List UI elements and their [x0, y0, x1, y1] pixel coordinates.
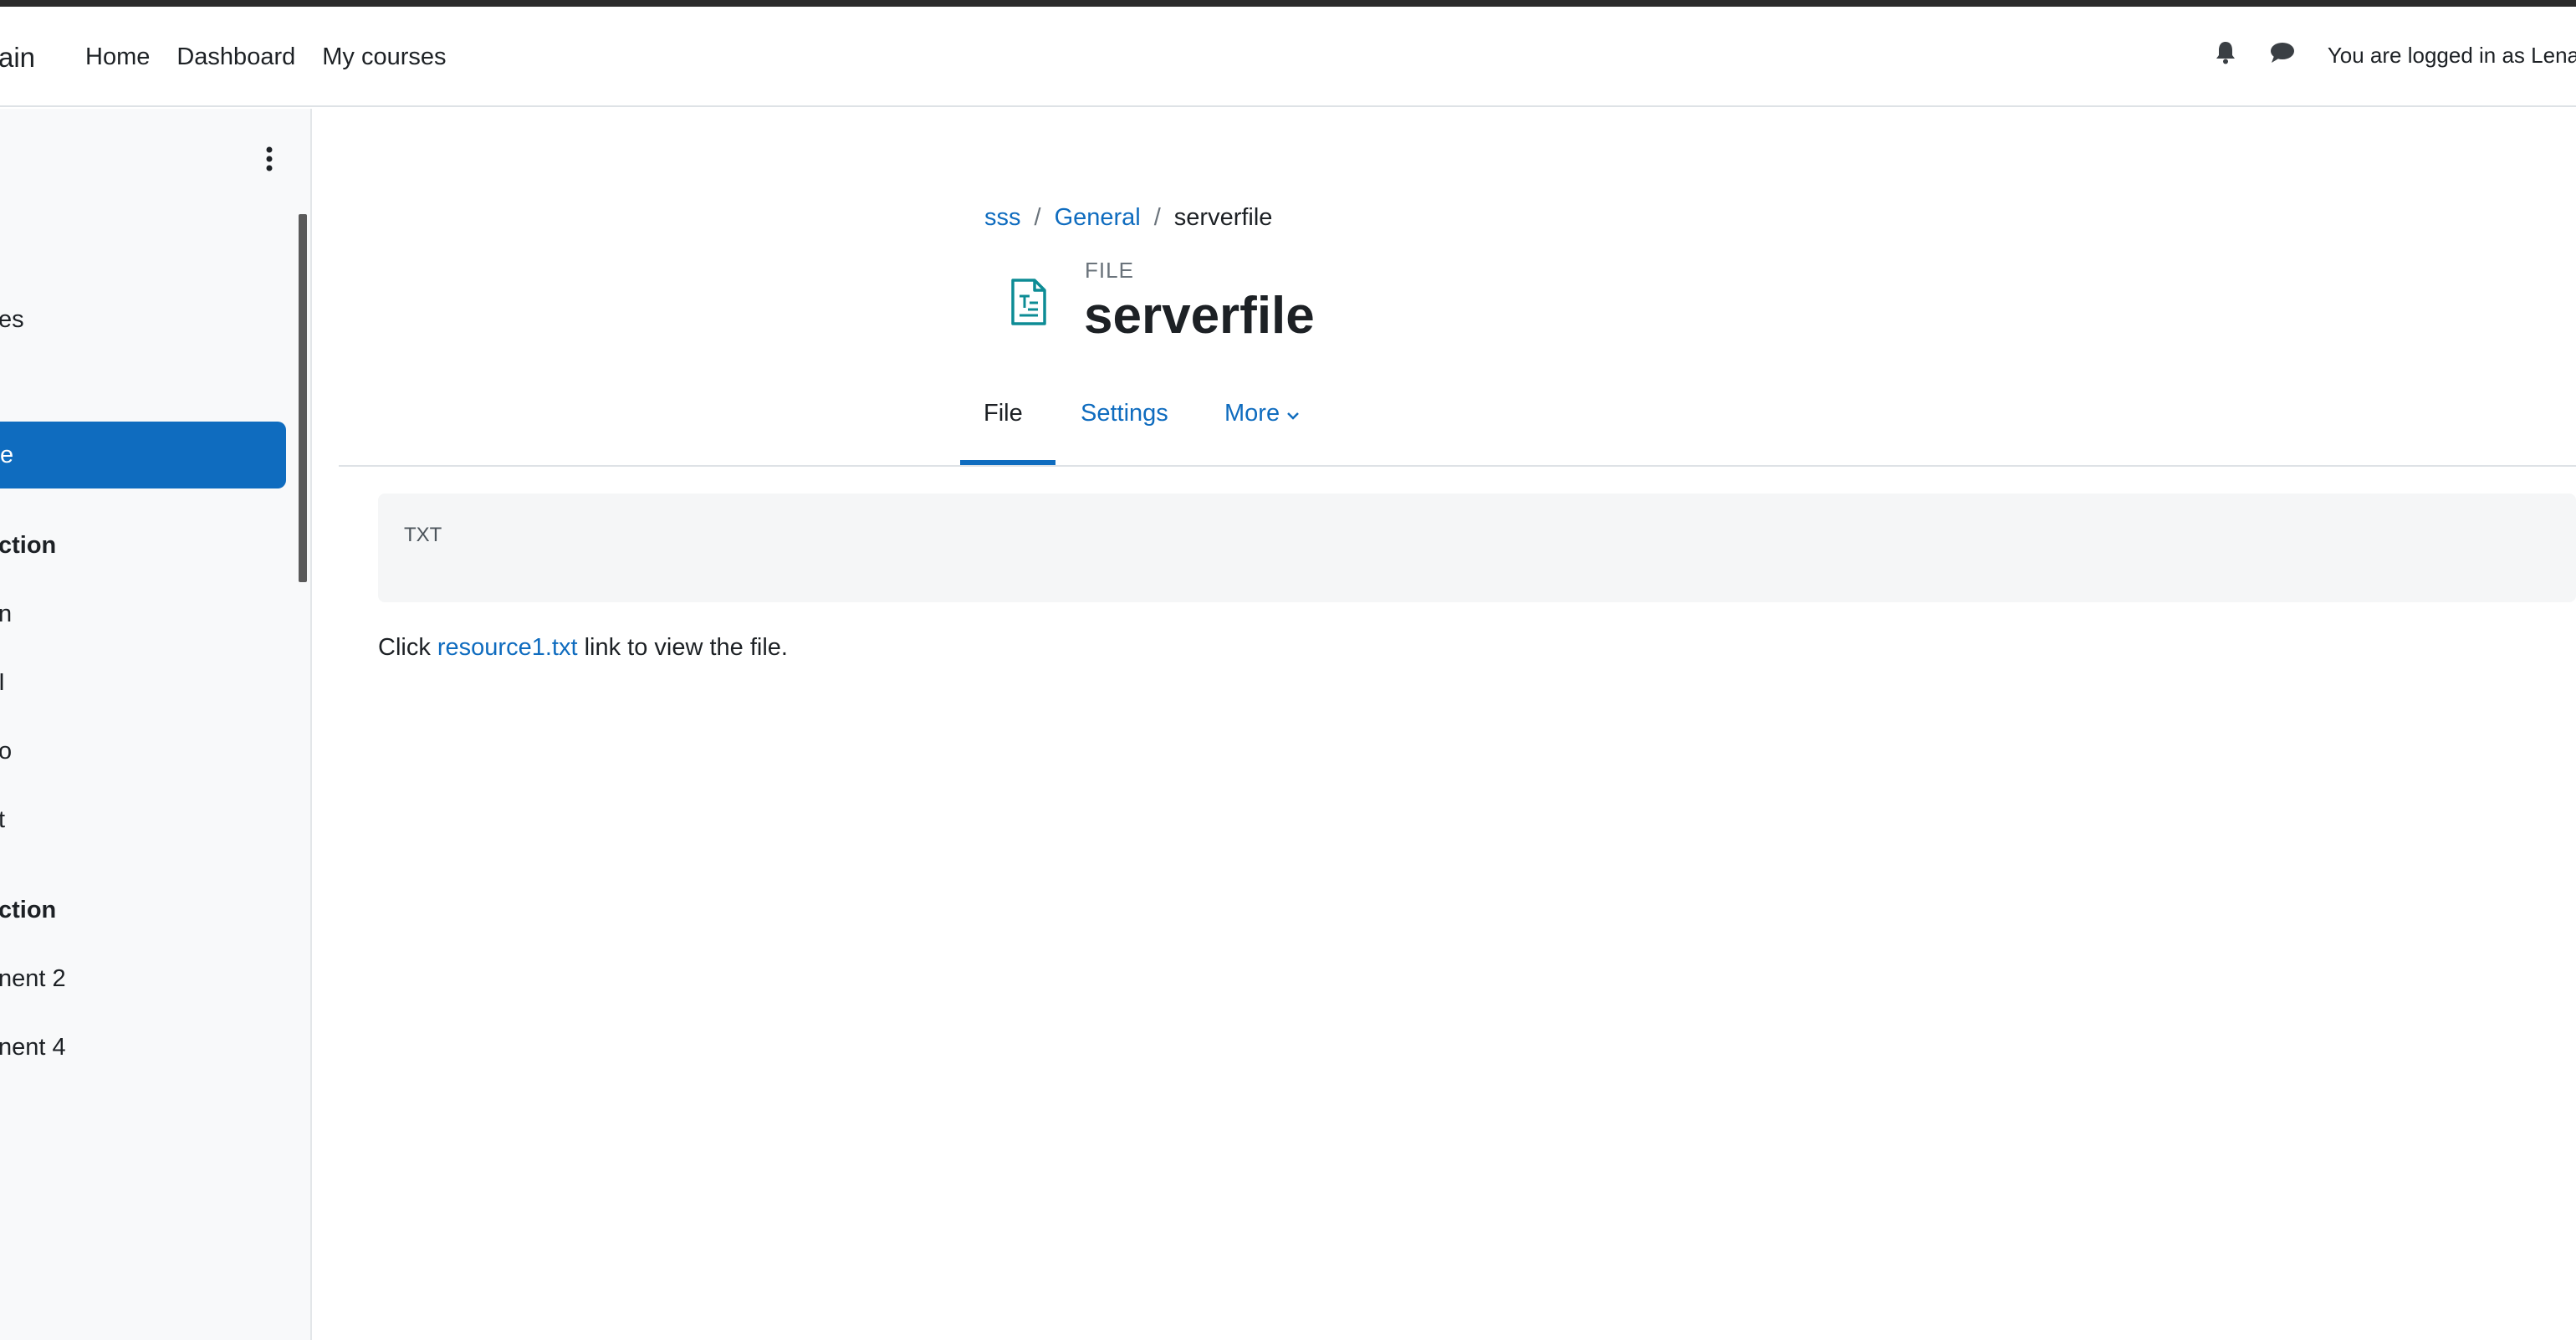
chat-icon[interactable]: [2269, 41, 2296, 70]
tabs-divider: [339, 465, 2576, 467]
file-type-label: TXT: [404, 524, 442, 546]
tab-settings[interactable]: Settings: [1081, 400, 1168, 427]
nav-my-courses-link[interactable]: My courses: [322, 43, 446, 71]
drawer-item[interactable]: n: [0, 601, 12, 628]
drawer-item[interactable]: nent 2: [0, 965, 66, 993]
drawer-item-active[interactable]: e: [0, 422, 286, 488]
top-navbar: ain Home Dashboard My courses You are lo…: [0, 7, 2576, 107]
file-text-before: Click: [378, 634, 437, 661]
drawer-item[interactable]: es: [0, 306, 24, 334]
drawer-item[interactable]: o: [0, 738, 12, 765]
drawer-item[interactable]: I: [0, 669, 5, 697]
primary-navigation: Home Dashboard My courses: [85, 43, 447, 71]
drawer-section-heading[interactable]: ction: [0, 532, 56, 560]
file-instructions: Click resource1.txt link to view the fil…: [378, 634, 788, 662]
kebab-icon[interactable]: [258, 144, 281, 178]
drawer-item[interactable]: nent 4: [0, 1034, 66, 1061]
drawer-scrollbar[interactable]: [299, 214, 307, 582]
file-download-link[interactable]: resource1.txt: [437, 634, 578, 661]
breadcrumb-course-link[interactable]: sss: [984, 204, 1021, 232]
main-content: sss / General / serverfile FILE serverfi…: [314, 109, 2576, 1340]
drawer-section-heading[interactable]: ction: [0, 897, 56, 924]
user-menu-area: You are logged in as Lena: [2214, 40, 2576, 71]
window-top-strip: [0, 0, 2576, 7]
activity-type-label: FILE: [1085, 258, 1134, 283]
chevron-down-icon: [1286, 400, 1300, 427]
breadcrumb-separator: /: [1034, 204, 1041, 231]
bell-icon[interactable]: [2214, 40, 2237, 71]
breadcrumb-separator: /: [1153, 204, 1161, 231]
tab-more-label: More: [1224, 400, 1280, 427]
drawer-item-active-label: e: [0, 442, 14, 468]
drawer-item[interactable]: t: [0, 806, 5, 834]
nav-dashboard-link[interactable]: Dashboard: [176, 43, 295, 71]
breadcrumb-section-link[interactable]: General: [1055, 204, 1141, 232]
file-info-box: TXT: [378, 494, 2576, 602]
text-file-icon: [1008, 278, 1050, 326]
site-brand[interactable]: ain: [0, 42, 35, 74]
tab-more[interactable]: More: [1224, 400, 1300, 427]
tab-file[interactable]: File: [984, 400, 1023, 427]
breadcrumb-current: serverfile: [1173, 204, 1273, 231]
nav-home-link[interactable]: Home: [85, 43, 150, 71]
page-title: serverfile: [1084, 287, 1315, 345]
course-index-drawer: es e ction n I o t ction nent 2 nent 4: [0, 109, 312, 1340]
breadcrumb: sss / General / serverfile: [984, 204, 1272, 232]
logged-in-as-text: You are logged in as Lena: [2327, 43, 2576, 68]
file-text-after: link to view the file.: [577, 634, 788, 661]
